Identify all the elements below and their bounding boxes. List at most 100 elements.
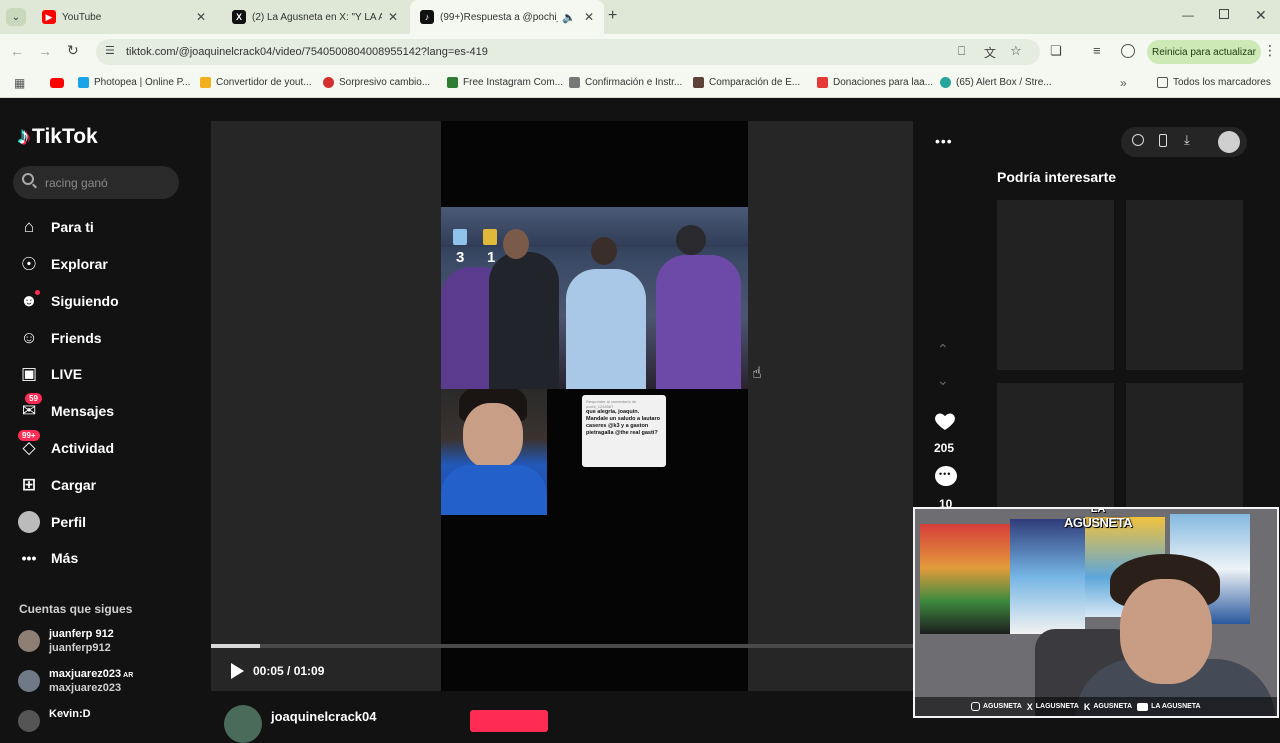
- window-close-button[interactable]: ✕: [1255, 7, 1267, 24]
- bookmarks-bar: ▦ Photopea | Online P... Convertidor de …: [0, 70, 1280, 98]
- author-name[interactable]: joaquinelcrack04: [271, 709, 377, 724]
- nav-cargar[interactable]: ⊞ Cargar: [18, 473, 96, 497]
- tiktok-note-icon: ♪: [18, 123, 30, 150]
- author-avatar[interactable]: [224, 705, 262, 743]
- team-crest: [483, 229, 497, 245]
- nav-mas[interactable]: ••• Más: [18, 546, 79, 570]
- video-time: 00:05 / 01:09: [253, 664, 325, 678]
- bookmark-item[interactable]: Comparación de E...: [693, 77, 800, 88]
- video-more-icon[interactable]: •••: [935, 133, 953, 149]
- country-tag: AR: [123, 672, 134, 679]
- nav-para-ti[interactable]: ⌂ Para ti: [18, 215, 94, 239]
- news-icon: [323, 77, 334, 88]
- bookmark-star-icon[interactable]: ☆: [1010, 43, 1022, 59]
- site-info-icon[interactable]: ☰: [105, 44, 115, 57]
- address-bar[interactable]: ☰ tiktok.com/@joaquinelcrack04/video/754…: [96, 39, 1040, 65]
- browser-menu-icon[interactable]: ⋮: [1263, 42, 1277, 59]
- account-name: juanferp 912: [49, 628, 114, 640]
- comment-body: que alegria, joaquin. Mandale un saludo …: [586, 409, 660, 436]
- wall-poster: [920, 524, 1010, 634]
- follow-button[interactable]: [470, 710, 548, 732]
- bookmark-item[interactable]: Convertidor de yout...: [200, 77, 312, 88]
- instagram-icon: [971, 702, 980, 711]
- speaker-icon[interactable]: 🔈: [562, 11, 576, 24]
- account-username: juanferp912: [49, 642, 111, 654]
- bookmark-item[interactable]: Donaciones para laa...: [817, 77, 933, 88]
- update-button[interactable]: Reinicia para actualizar: [1147, 40, 1261, 64]
- head: [676, 225, 706, 255]
- install-icon[interactable]: ⎕: [958, 44, 965, 59]
- folder-icon: [1157, 77, 1168, 88]
- close-icon[interactable]: ✕: [584, 10, 594, 24]
- photopea-icon: [78, 77, 89, 88]
- bookmark-item[interactable]: Photopea | Online P...: [78, 77, 190, 88]
- browser-tab-tiktok[interactable]: ♪ (99+)Respuesta a @pochi_ 🔈 ✕: [410, 0, 604, 34]
- recommended-thumbnail[interactable]: [1126, 383, 1243, 523]
- browser-tab-x[interactable]: X (2) La Agusneta en X: "Y LA ACA ✕: [222, 0, 408, 34]
- nav-perfil[interactable]: Perfil: [18, 510, 86, 534]
- recommended-thumbnail[interactable]: [997, 383, 1114, 523]
- tab-title: (99+)Respuesta a @pochi_: [440, 11, 558, 23]
- browser-tab-youtube[interactable]: ▶ YouTube ✕: [32, 0, 216, 34]
- comment-button[interactable]: •••: [935, 466, 957, 486]
- nav-explorar[interactable]: ☉ Explorar: [18, 252, 108, 276]
- match-photo: 3 1: [441, 207, 748, 389]
- user-avatar-icon[interactable]: [1218, 131, 1240, 153]
- logo-text: TikTok: [32, 125, 98, 148]
- extensions-icon[interactable]: ❏: [1050, 43, 1062, 59]
- player-purple-right: [656, 255, 741, 389]
- reload-button[interactable]: ↻: [67, 42, 79, 59]
- video-player[interactable]: 3 1 Responder al comentario de pochi_123…: [211, 121, 952, 691]
- more-bookmarks-icon[interactable]: »: [1120, 76, 1127, 90]
- bookmark-item[interactable]: Sorpresivo cambio...: [323, 77, 430, 88]
- bookmark-youtube[interactable]: [50, 78, 64, 88]
- team-crest: [453, 229, 467, 245]
- nav-mensajes[interactable]: ✉ Mensajes 59: [18, 393, 114, 423]
- restore-button[interactable]: [1219, 9, 1229, 19]
- search-input[interactable]: racing ganó: [13, 166, 179, 199]
- comment-header: Responder al comentario de pochi_1234567: [586, 399, 637, 409]
- nav-actividad[interactable]: ◇ Actividad 99+: [18, 430, 114, 460]
- account-name: maxjuarez023 AR: [49, 668, 134, 680]
- compass-icon[interactable]: [1132, 134, 1144, 146]
- like-button[interactable]: [933, 409, 957, 433]
- close-icon[interactable]: ✕: [196, 10, 206, 24]
- bookmark-item[interactable]: Free Instagram Com...: [447, 77, 563, 88]
- translate-icon[interactable]: 文: [984, 44, 996, 61]
- tiktok-logo[interactable]: ♪ TikTok: [18, 123, 98, 151]
- recommended-thumbnail[interactable]: [1126, 200, 1243, 370]
- upload-icon: ⊞: [21, 475, 37, 494]
- profile-icon[interactable]: [1121, 44, 1135, 58]
- previous-video-button[interactable]: ⌃: [937, 341, 949, 358]
- forward-button[interactable]: →: [38, 43, 52, 59]
- apps-grid-icon[interactable]: ▦: [14, 76, 25, 90]
- next-video-button[interactable]: ⌄: [937, 372, 949, 389]
- back-button[interactable]: ←: [10, 43, 24, 59]
- new-dot: [35, 290, 40, 295]
- video-progress-track[interactable]: [211, 644, 913, 648]
- recommended-thumbnail[interactable]: [997, 200, 1114, 370]
- nav-live[interactable]: ▣ LIVE: [18, 362, 82, 386]
- media-controls-icon[interactable]: ≡: [1093, 43, 1101, 58]
- close-icon[interactable]: ✕: [388, 10, 398, 24]
- player-dark: [489, 252, 559, 389]
- converter-icon: [200, 77, 211, 88]
- tab-search-chevron-icon[interactable]: ⌄: [6, 8, 26, 26]
- update-label: Reinicia para actualizar: [1152, 46, 1256, 58]
- play-icon[interactable]: [231, 663, 244, 679]
- nav-siguiendo[interactable]: ☻ Siguiendo: [18, 289, 119, 313]
- streamer-brand-logo: LA AGUSNETA: [1058, 509, 1138, 530]
- nav-friends[interactable]: ☺ Friends: [18, 326, 101, 350]
- score-home: 3: [456, 249, 465, 266]
- wall-poster: [1010, 519, 1085, 634]
- kick-icon: K: [1083, 701, 1091, 712]
- bookmark-item[interactable]: (65) Alert Box / Stre...: [940, 77, 1052, 88]
- phone-icon[interactable]: [1159, 134, 1167, 147]
- new-tab-button[interactable]: +: [608, 7, 617, 25]
- download-icon[interactable]: ⤓: [1184, 132, 1190, 148]
- minimize-button[interactable]: —: [1182, 8, 1194, 22]
- all-bookmarks-folder[interactable]: Todos los marcadores: [1157, 77, 1271, 88]
- tiktok-icon: ♪: [420, 10, 434, 24]
- bookmark-item[interactable]: Confirmación e Instr...: [569, 77, 682, 88]
- search-icon-handle: [32, 183, 37, 189]
